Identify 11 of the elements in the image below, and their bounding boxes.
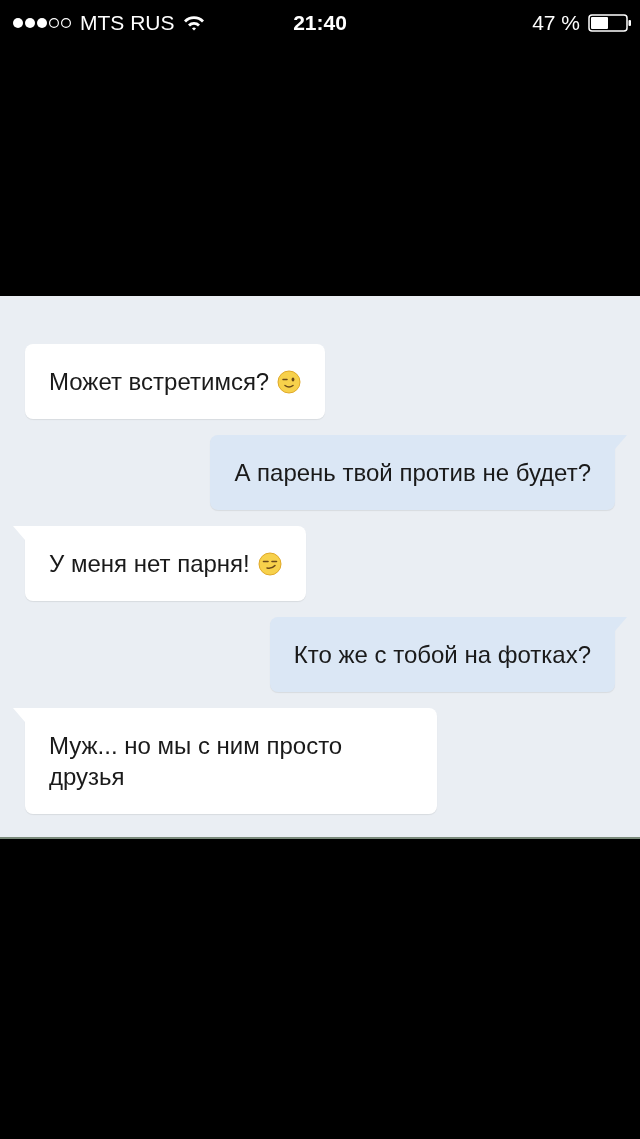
carrier-name: MTS RUS [80, 11, 175, 35]
message-text: Муж... но мы с ним просто друзья [49, 731, 344, 792]
message-text: Может встретимся? [49, 367, 270, 397]
message-text: А парень твой против не будет? [234, 458, 591, 488]
clock-time: 21:40 [293, 11, 347, 35]
battery-percent: 47 % [532, 11, 580, 35]
signal-icon [12, 17, 72, 29]
wifi-icon [182, 15, 205, 31]
message-text: У меня нет парня! [49, 549, 250, 579]
message-text: Кто же с тобой на фотках? [293, 640, 591, 670]
battery-icon [588, 14, 632, 32]
